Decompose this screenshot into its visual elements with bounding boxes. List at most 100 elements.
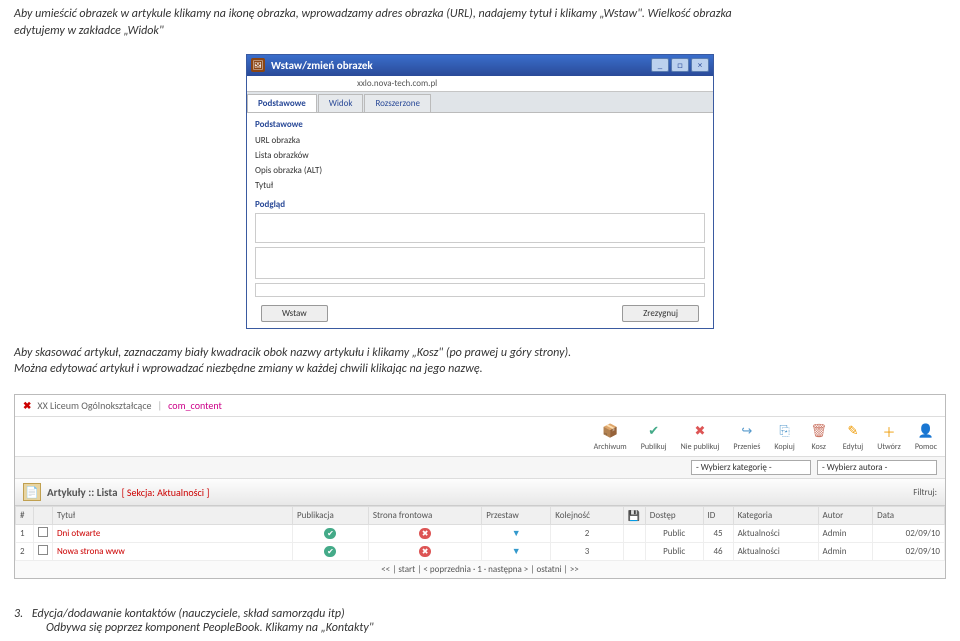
label-lista: Lista obrazków — [255, 148, 705, 163]
group-podglad: Podgląd — [255, 199, 705, 210]
col-header[interactable]: Autor — [818, 507, 873, 525]
select-category[interactable]: - Wybierz kategorię - — [691, 460, 811, 475]
frontpage-icon[interactable]: ✖ — [419, 528, 431, 539]
crumb-component: com_content — [168, 399, 222, 412]
col-header[interactable]: Tytuł — [53, 507, 293, 525]
toolbar-pomoc[interactable]: 👤Pomoc — [915, 421, 937, 452]
label-tytul: Tytuł — [255, 178, 705, 193]
dialog-body: Podstawowe URL obrazka Lista obrazków Op… — [247, 113, 713, 328]
edytuj-icon: ✎ — [843, 421, 863, 441]
label-url: URL obrazka — [255, 133, 705, 148]
nie-publikuj-icon: ✖ — [690, 421, 710, 441]
toolbar-label: Archiwum — [594, 442, 627, 452]
toolbar-kosz[interactable]: 🗑Kosz — [809, 421, 829, 452]
intro-paragraph-line1: Aby umieścić obrazek w artykule klikamy … — [0, 0, 960, 23]
cell-id: 46 — [703, 543, 733, 561]
publish-icon[interactable]: ✔ — [324, 528, 336, 539]
cell-order[interactable]: 3 — [551, 543, 624, 561]
mid-paragraph-line2: Można edytować artykuł i wprowadzać niez… — [0, 361, 960, 384]
section-3-number: 3. — [14, 607, 23, 621]
toolbar-label: Utwórz — [877, 442, 901, 452]
label-alt: Opis obrazka (ALT) — [255, 163, 705, 178]
section-3-title: Edycja/dodawanie kontaktów (nauczyciele,… — [26, 607, 345, 621]
zrezygnuj-button[interactable]: Zrezygnuj — [622, 305, 699, 322]
col-header[interactable]: ID — [703, 507, 733, 525]
cell-cat: Aktualności — [733, 525, 818, 543]
filter-label: Filtruj: — [913, 487, 937, 498]
dialog-tabs: Podstawowe Widok Rozszerzone — [247, 92, 713, 113]
move-down-icon[interactable]: ▼ — [512, 546, 521, 557]
cell-move: ▼ — [482, 543, 551, 561]
col-header[interactable]: Data — [873, 507, 945, 525]
frontpage-icon[interactable]: ✖ — [419, 546, 431, 557]
toolbar-nie-publikuj[interactable]: ✖Nie publikuj — [681, 421, 720, 452]
mid-paragraph-line1: Aby skasować artykuł, zaznaczamy biały k… — [0, 331, 960, 362]
app-icon: 🖼 — [251, 58, 265, 72]
article-title-link[interactable]: Nowa strona www — [57, 546, 125, 557]
cell-front: ✖ — [368, 543, 481, 561]
cell-id: 45 — [703, 525, 733, 543]
filter-selects-row: - Wybierz kategorię - - Wybierz autora - — [15, 457, 945, 479]
pager[interactable]: << | start | < poprzednia · 1 · następna… — [15, 561, 945, 578]
col-header[interactable]: Kategoria — [733, 507, 818, 525]
row-checkbox[interactable] — [38, 545, 48, 555]
close-button[interactable]: × — [691, 58, 709, 72]
toolbar-edytuj[interactable]: ✎Edytuj — [843, 421, 863, 452]
tab-rozszerzone[interactable]: Rozszerzone — [364, 94, 431, 112]
row-checkbox[interactable] — [38, 527, 48, 537]
cell-num: 2 — [16, 543, 34, 561]
move-down-icon[interactable]: ▼ — [512, 528, 521, 539]
insert-image-dialog: 🖼 Wstaw/zmień obrazek _ □ × xxlo.nova-te… — [246, 54, 714, 329]
preview-area-2 — [255, 247, 705, 279]
toolbar-przenieś[interactable]: ↪Przenieś — [733, 421, 760, 452]
toolbar-label: Edytuj — [843, 442, 863, 452]
col-header[interactable]: # — [16, 507, 34, 525]
col-header[interactable]: Publikacja — [293, 507, 369, 525]
toolbar-kopiuj[interactable]: ⎘Kopiuj — [774, 421, 794, 452]
preview-area-3 — [255, 283, 705, 297]
dialog-titlebar[interactable]: 🖼 Wstaw/zmień obrazek _ □ × — [247, 55, 713, 76]
col-header[interactable]: 💾 — [623, 507, 645, 525]
cell-save — [623, 543, 645, 561]
col-header[interactable] — [34, 507, 53, 525]
publikuj-icon: ✔ — [644, 421, 664, 441]
table-row: 2Nowa strona www✔✖▼3Public46AktualnościA… — [16, 543, 945, 561]
cell-date: 02/09/10 — [873, 543, 945, 561]
toolbar-row: 📦Archiwum ✔Publikuj ✖Nie publikuj ↪Przenieś… — [15, 417, 945, 457]
section-3: 3. Edycja/dodawanie kontaktów (nauczycie… — [0, 607, 960, 641]
address-bar: xxlo.nova-tech.com.pl — [247, 76, 713, 92]
cell-order[interactable]: 2 — [551, 525, 624, 543]
cell-pub: ✔ — [293, 525, 369, 543]
select-author[interactable]: - Wybierz autora - — [817, 460, 937, 475]
col-header[interactable]: Dostęp — [645, 507, 703, 525]
utwórz-icon: ＋ — [879, 421, 899, 441]
intro-paragraph-line2: edytujemy w zakładce „Widok" — [0, 23, 960, 46]
pomoc-icon: 👤 — [916, 421, 936, 441]
col-header[interactable]: Przestaw — [482, 507, 551, 525]
article-title-link[interactable]: Dni otwarte — [57, 528, 100, 539]
col-header[interactable]: Kolejność — [551, 507, 624, 525]
toolbar-utwórz[interactable]: ＋Utwórz — [877, 421, 901, 452]
toolbar-publikuj[interactable]: ✔Publikuj — [641, 421, 667, 452]
toolbar-archiwum[interactable]: 📦Archiwum — [594, 421, 627, 452]
articles-table: #TytułPublikacjaStrona frontowaPrzestawK… — [15, 506, 945, 561]
cell-chk — [34, 543, 53, 561]
list-section: [ Sekcja: Aktualności ] — [122, 486, 210, 499]
kosz-icon: 🗑 — [809, 421, 829, 441]
cell-title: Dni otwarte — [53, 525, 293, 543]
close-icon[interactable]: ✖ — [23, 399, 31, 412]
maximize-button[interactable]: □ — [671, 58, 689, 72]
cell-access: Public — [645, 525, 703, 543]
publish-icon[interactable]: ✔ — [324, 546, 336, 557]
col-header[interactable]: Strona frontowa — [368, 507, 481, 525]
toolbar-label: Publikuj — [641, 442, 667, 452]
cell-title: Nowa strona www — [53, 543, 293, 561]
wstaw-button[interactable]: Wstaw — [261, 305, 328, 322]
cell-num: 1 — [16, 525, 34, 543]
tab-podstawowe[interactable]: Podstawowe — [247, 94, 317, 112]
preview-area-1 — [255, 213, 705, 243]
toolbar-label: Przenieś — [733, 442, 760, 452]
cell-chk — [34, 525, 53, 543]
minimize-button[interactable]: _ — [651, 58, 669, 72]
tab-widok[interactable]: Widok — [318, 94, 364, 112]
